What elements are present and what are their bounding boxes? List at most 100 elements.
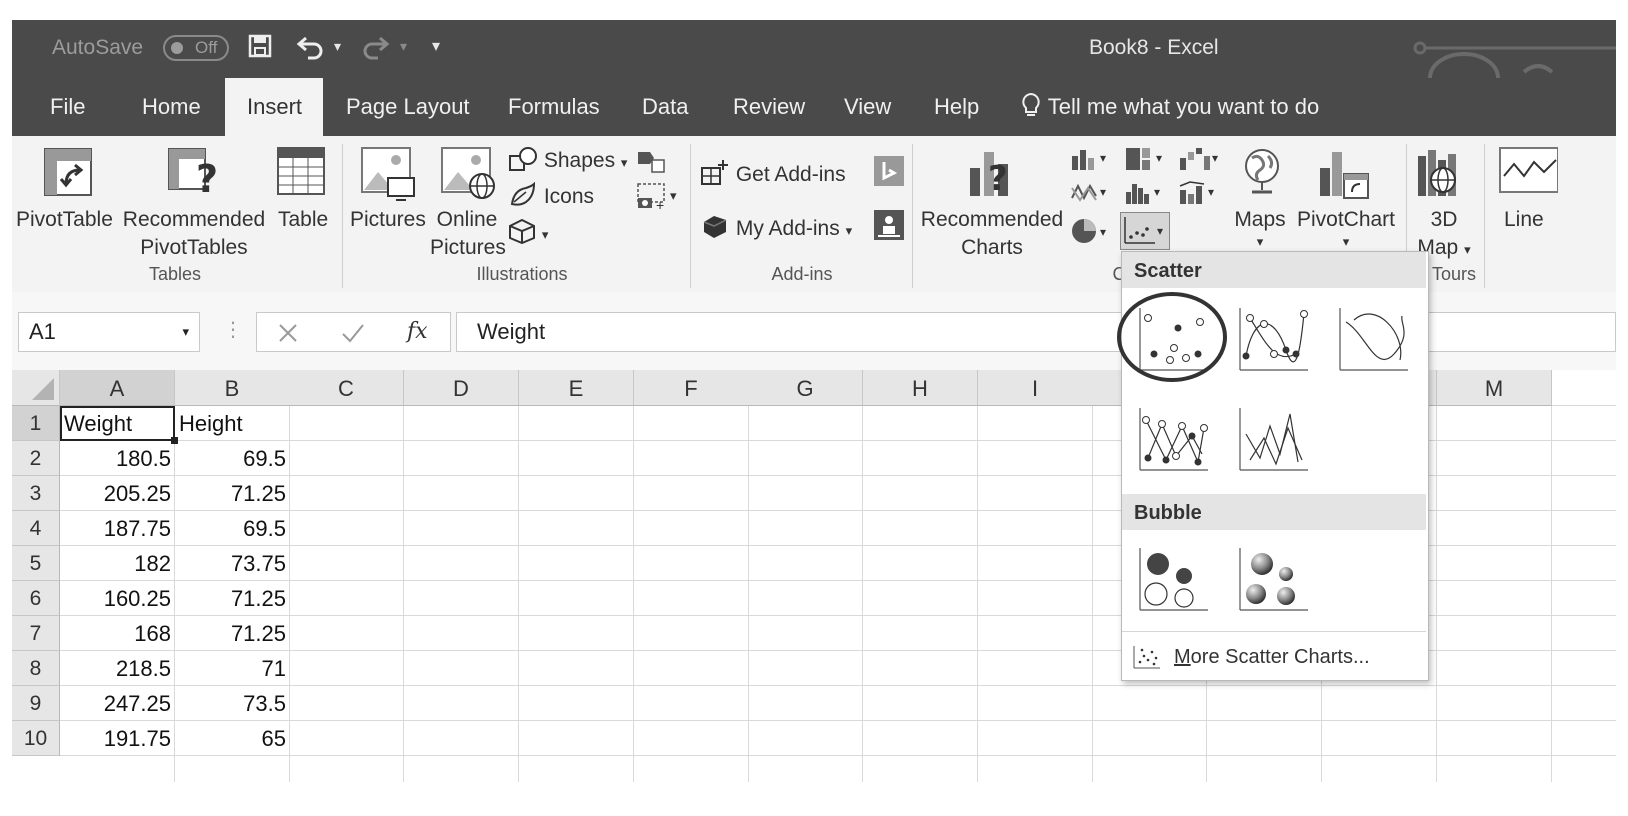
scatter-straight-lines-option[interactable] <box>1236 404 1310 481</box>
row-header[interactable]: 1 <box>12 406 60 441</box>
shapes-button[interactable]: Shapes ▾ <box>508 146 627 177</box>
column-header-e[interactable]: E <box>519 370 634 406</box>
undo-dropdown-icon[interactable]: ▾ <box>334 38 341 55</box>
table-button[interactable]: Table <box>278 206 328 234</box>
online-pictures-button[interactable]: Online Pictures <box>430 206 506 262</box>
row-header[interactable]: 8 <box>12 651 60 686</box>
insert-function-button[interactable]: fx <box>407 313 428 351</box>
recommended-charts-button[interactable]: Recommended Charts <box>918 206 1066 262</box>
column-header-m[interactable]: M <box>1437 370 1552 406</box>
enter-icon[interactable] <box>341 322 365 344</box>
autosave-toggle[interactable]: Off <box>163 35 229 61</box>
tab-file[interactable]: File <box>28 78 107 136</box>
icons-icon <box>510 181 536 206</box>
sparkline-line-button[interactable]: Line <box>1504 206 1544 234</box>
cell-a7[interactable]: 168 <box>60 616 175 651</box>
column-header-b[interactable]: B <box>175 370 290 406</box>
tab-home[interactable]: Home <box>120 78 223 136</box>
pivotchart-button[interactable]: PivotChart ▾ <box>1296 206 1396 250</box>
column-header-a[interactable]: A <box>60 370 175 406</box>
more-scatter-charts-link[interactable]: More Scatter Charts... <box>1174 642 1370 672</box>
hierarchy-chart-icon[interactable]: ▾ <box>1124 146 1168 177</box>
formula-input[interactable]: Weight <box>456 312 1616 352</box>
fill-handle[interactable] <box>171 437 178 444</box>
icons-button[interactable]: Icons <box>508 181 594 211</box>
cell-a8[interactable]: 218.5 <box>60 651 175 686</box>
column-header-c[interactable]: C <box>289 370 404 406</box>
get-addins-button[interactable]: Get Add-ins <box>700 158 846 189</box>
cell-a6[interactable]: 160.25 <box>60 581 175 616</box>
bing-icon[interactable] <box>874 156 904 191</box>
cell-a5[interactable]: 182 <box>60 546 175 581</box>
name-box[interactable]: A1 ▾ <box>18 312 200 352</box>
row-header[interactable]: 7 <box>12 616 60 651</box>
my-addins-label: My Add-ins <box>735 217 840 240</box>
cell-b1[interactable]: Height <box>175 406 290 441</box>
maps-button[interactable]: Maps ▾ <box>1234 206 1286 250</box>
name-box-dropdown-icon[interactable]: ▾ <box>182 313 189 351</box>
3d-map-line1: 3D <box>1430 208 1458 231</box>
pictures-button[interactable]: Pictures <box>350 206 426 234</box>
pie-chart-icon[interactable]: ▾ <box>1070 216 1114 251</box>
tours-group-label-fragment: Tours <box>1431 264 1476 284</box>
recommended-charts-line2: Charts <box>961 236 1023 259</box>
scatter-chart-button[interactable]: ▾ <box>1120 212 1170 250</box>
cell-a4[interactable]: 187.75 <box>60 511 175 546</box>
recommended-pivottables-button[interactable]: Recommended PivotTables <box>120 206 268 262</box>
undo-icon[interactable] <box>296 34 326 67</box>
row-header[interactable]: 5 <box>12 546 60 581</box>
cell-b8[interactable]: 71 <box>175 651 290 686</box>
waterfall-chart-icon[interactable]: ▾ <box>1178 146 1222 177</box>
column-chart-icon[interactable]: ▾ <box>1070 146 1114 177</box>
screenshot-icon[interactable]: + ▾ <box>636 182 684 217</box>
column-header-d[interactable]: D <box>404 370 519 406</box>
row-header[interactable]: 10 <box>12 721 60 756</box>
row-header[interactable]: 2 <box>12 441 60 476</box>
statistic-chart-icon[interactable]: ▾ <box>1124 180 1168 211</box>
cell-b6[interactable]: 71.25 <box>175 581 290 616</box>
scatter-smooth-lines-option[interactable] <box>1336 304 1410 381</box>
tab-view[interactable]: View <box>822 78 913 136</box>
scatter-straight-lines-markers-option[interactable] <box>1136 404 1210 481</box>
customize-icon[interactable]: ▾ <box>432 36 440 56</box>
tab-page-layout[interactable]: Page Layout <box>324 78 492 136</box>
row-header[interactable]: 4 <box>12 511 60 546</box>
cell-a2[interactable]: 180.5 <box>60 441 175 476</box>
cell-a9[interactable]: 247.25 <box>60 686 175 721</box>
cell-b7[interactable]: 71.25 <box>175 616 290 651</box>
tell-me-search[interactable]: Tell me what you want to do <box>1020 78 1319 136</box>
row-header[interactable]: 3 <box>12 476 60 511</box>
bubble-option[interactable] <box>1136 544 1210 621</box>
row-header[interactable]: 9 <box>12 686 60 721</box>
my-addins-button[interactable]: My Add-ins ▾ <box>700 212 852 245</box>
people-icon[interactable] <box>874 210 904 245</box>
cell-b5[interactable]: 73.75 <box>175 546 290 581</box>
column-header-i[interactable]: I <box>978 370 1093 406</box>
cell-a3[interactable]: 205.25 <box>60 476 175 511</box>
cell-b3[interactable]: 71.25 <box>175 476 290 511</box>
row-header[interactable]: 6 <box>12 581 60 616</box>
scatter-smooth-lines-markers-option[interactable] <box>1236 304 1310 381</box>
tab-data[interactable]: Data <box>620 78 710 136</box>
save-icon[interactable] <box>248 34 272 65</box>
tab-insert[interactable]: Insert <box>225 78 323 136</box>
column-header-f[interactable]: F <box>634 370 749 406</box>
cell-b2[interactable]: 69.5 <box>175 441 290 476</box>
combo-chart-icon[interactable]: ▾ <box>1178 180 1222 211</box>
pivottable-button[interactable]: PivotTable <box>16 206 113 234</box>
cell-b4[interactable]: 69.5 <box>175 511 290 546</box>
tab-formulas[interactable]: Formulas <box>486 78 622 136</box>
smartart-icon[interactable] <box>636 150 666 179</box>
select-all-button[interactable] <box>12 370 60 406</box>
tab-help[interactable]: Help <box>912 78 1001 136</box>
3d-models-button[interactable]: ▾ <box>508 218 548 249</box>
cell-a10[interactable]: 191.75 <box>60 721 175 756</box>
column-header-g[interactable]: G <box>748 370 863 406</box>
column-header-h[interactable]: H <box>863 370 978 406</box>
line-chart-icon[interactable]: ▾ <box>1070 180 1114 211</box>
tab-review[interactable]: Review <box>711 78 827 136</box>
cell-b10[interactable]: 65 <box>175 721 290 756</box>
cancel-icon[interactable] <box>277 322 299 344</box>
3d-bubble-option[interactable] <box>1236 544 1310 621</box>
cell-b9[interactable]: 73.5 <box>175 686 290 721</box>
